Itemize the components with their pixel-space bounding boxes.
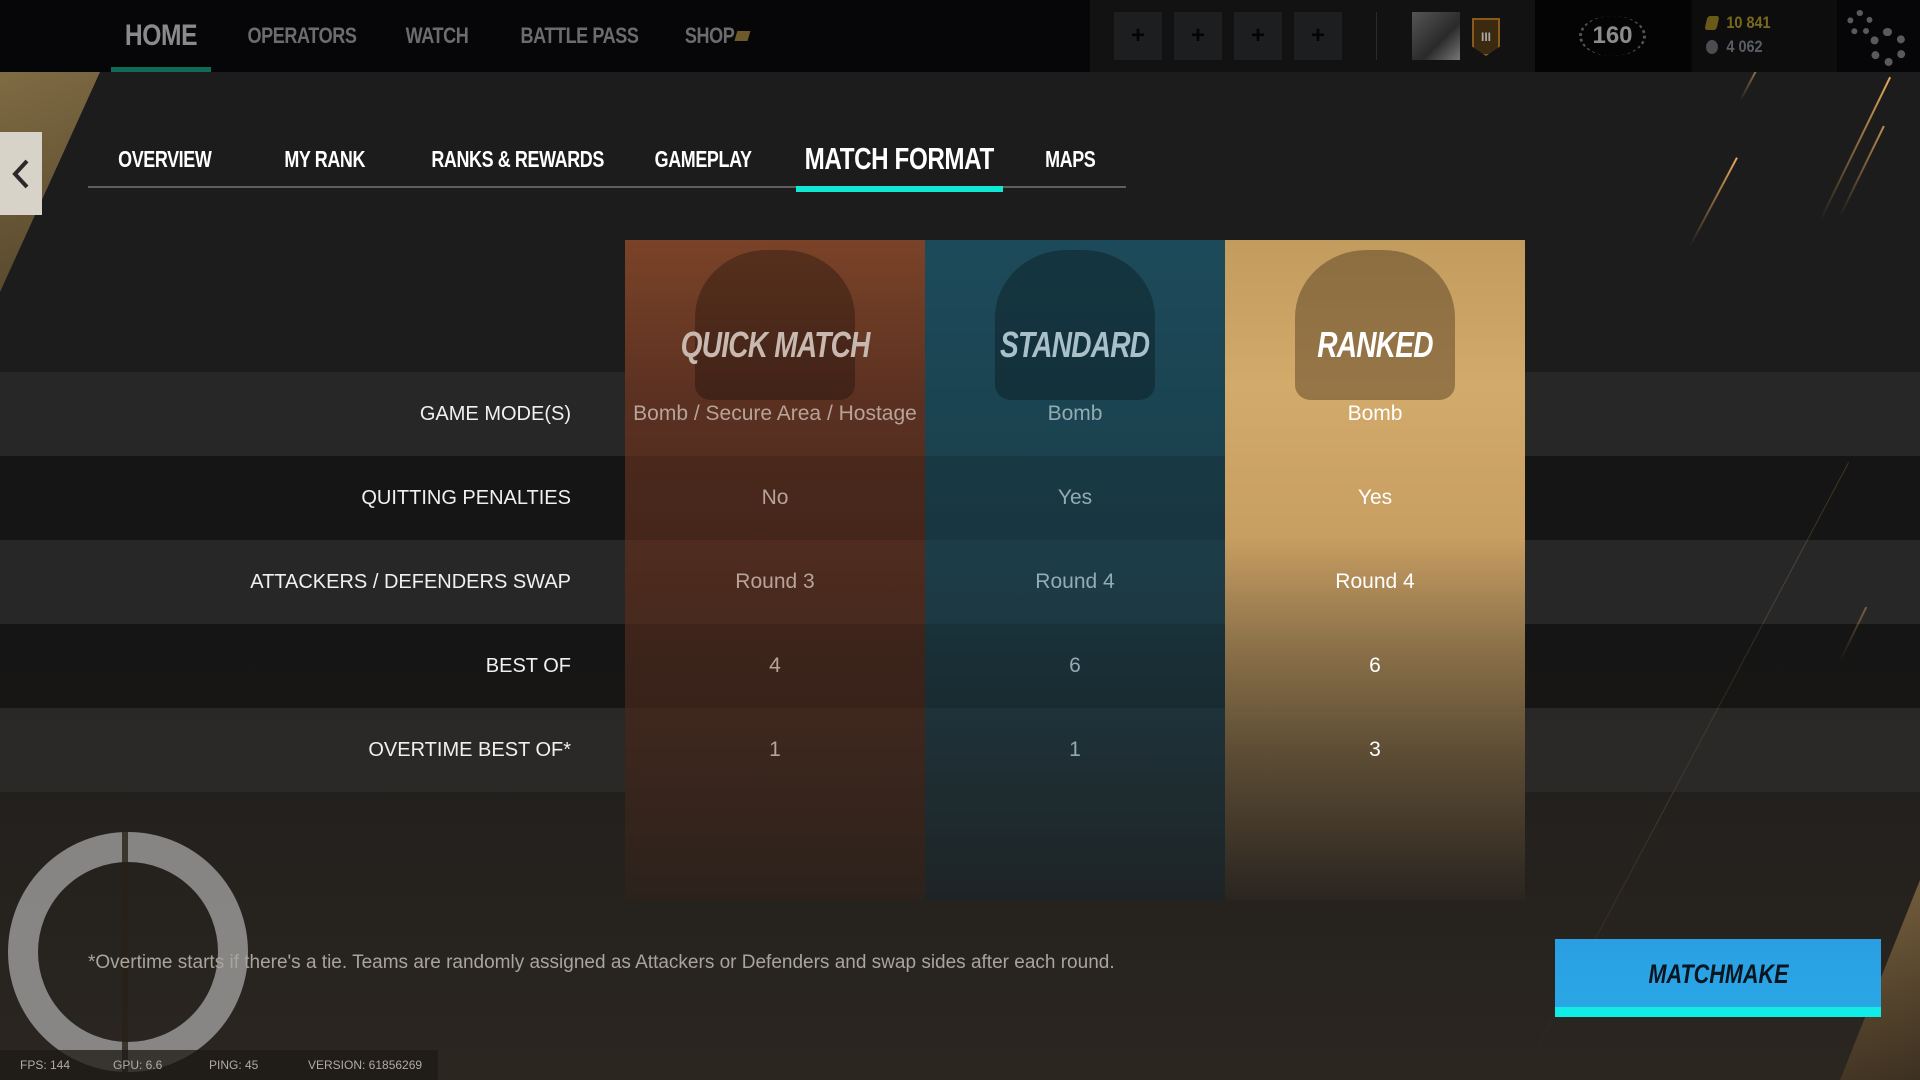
row-label: ATTACKERS / DEFENDERS SWAP (250, 570, 571, 593)
shop-tag-icon (734, 31, 751, 41)
rank-badge-icon: III (1472, 18, 1500, 56)
cell-standard: 6 (1069, 654, 1081, 677)
cell-ranked: Yes (1357, 486, 1393, 509)
settings-button[interactable] (1845, 6, 1915, 66)
r6-credits-icon (1704, 16, 1720, 30)
squad-panel: + + + + III (1090, 0, 1540, 72)
row-label: BEST OF (485, 654, 571, 677)
nav-battle-pass[interactable]: BATTLE PASS (508, 0, 652, 72)
currency-panel[interactable]: 10 841 4 062 (1692, 0, 1837, 72)
back-button[interactable] (0, 132, 42, 215)
renown: 4 062 (1706, 37, 1763, 57)
invite-slot-button[interactable]: + (1294, 12, 1342, 60)
r6-credits: 10 841 (1704, 13, 1771, 33)
sub-tabs: OVERVIEW MY RANK RANKS & REWARDS GAMEPLA… (88, 130, 1126, 192)
invite-slot-button[interactable]: + (1174, 12, 1222, 60)
tab-gameplay[interactable]: GAMEPLAY (648, 130, 758, 188)
tab-my-rank[interactable]: MY RANK (270, 130, 380, 188)
cell-ranked: 3 (1369, 738, 1381, 761)
top-bar: HOME OPERATORS WATCH BATTLE PASS SHOP + … (0, 0, 1920, 72)
tab-match-format[interactable]: MATCH FORMAT (796, 130, 1003, 192)
nav-operators[interactable]: OPERATORS (236, 0, 367, 72)
matchmake-button[interactable]: MATCHMAKE (1555, 939, 1881, 1017)
column-title: QUICK MATCH (680, 324, 870, 365)
invite-slot-button[interactable]: + (1114, 12, 1162, 60)
gpu-readout: GPU: 6.6 (113, 1058, 163, 1072)
main-nav: HOME OPERATORS WATCH BATTLE PASS SHOP (100, 0, 767, 72)
cell-ranked: Round 4 (1335, 570, 1415, 593)
invite-slot-button[interactable]: + (1234, 12, 1282, 60)
row-label: OVERTIME BEST OF* (368, 738, 571, 761)
ping-readout: PING: 45 (209, 1058, 259, 1072)
version-readout: VERSION: 61856269 (308, 1058, 423, 1072)
nav-home[interactable]: HOME (110, 0, 212, 72)
cell-standard: Round 4 (1035, 570, 1115, 593)
cell-quick-match: No (761, 486, 789, 509)
column-title: STANDARD (1000, 324, 1150, 365)
row-label: QUITTING PENALTIES (361, 486, 571, 509)
chevron-left-icon (12, 159, 29, 188)
fps-readout: FPS: 144 (20, 1058, 71, 1072)
performance-status-bar: FPS: 144 GPU: 6.6 PING: 45 VERSION: 6185… (0, 1050, 438, 1080)
cell-ranked: 6 (1369, 654, 1381, 677)
renown-icon (1706, 40, 1718, 54)
divider (1376, 12, 1377, 60)
cell-standard: Yes (1057, 486, 1093, 509)
cell-quick-match: 1 (769, 738, 781, 761)
row-label: GAME MODE(S) (419, 402, 571, 425)
gear-icon (1869, 28, 1907, 66)
player-level[interactable]: 160 (1535, 0, 1690, 72)
tab-ranks-rewards[interactable]: RANKS & REWARDS (423, 130, 613, 188)
tab-overview[interactable]: OVERVIEW (100, 130, 230, 188)
footnote: *Overtime starts if there's a tie. Teams… (88, 952, 1115, 973)
tab-maps[interactable]: MAPS (1030, 130, 1110, 188)
column-title: RANKED (1317, 324, 1433, 365)
cell-quick-match: Bomb / Secure Area / Hostage (633, 402, 917, 425)
cell-quick-match: 4 (769, 654, 781, 677)
gear-icon (1847, 10, 1873, 36)
cell-quick-match: Round 3 (735, 570, 815, 593)
player-avatar[interactable] (1412, 12, 1460, 60)
nav-watch[interactable]: WATCH (392, 0, 482, 72)
cell-standard: Bomb (1047, 402, 1103, 425)
cell-standard: 1 (1069, 738, 1081, 761)
level-number: 160 (1579, 16, 1646, 56)
cell-ranked: Bomb (1347, 402, 1403, 425)
nav-shop[interactable]: SHOP (676, 0, 758, 72)
